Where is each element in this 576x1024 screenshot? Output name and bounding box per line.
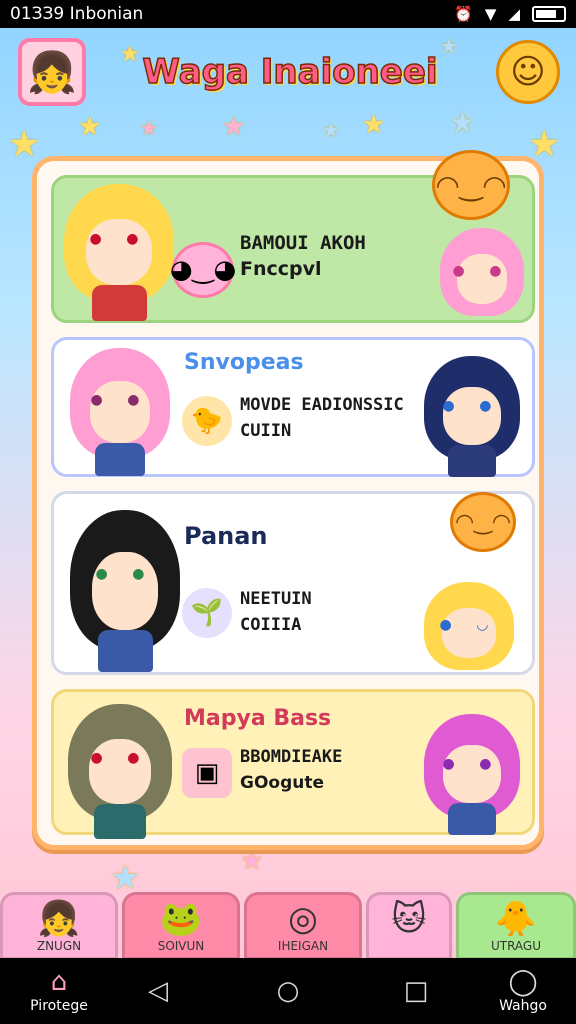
orange-star-blob-mascot: ◠‿◠	[450, 492, 516, 552]
status-bar: 01ЗЗ9 Inbonian ⏰ ▼ ◢	[0, 0, 576, 28]
nav-home-button[interactable]: ○	[262, 958, 314, 1024]
card-2-line1: MOVDE EADIONSSIC	[240, 395, 404, 415]
blonde-boy-character: ● ◡	[424, 582, 514, 670]
card-1-line1: BAMOUI AKOH	[240, 232, 366, 254]
dock-label-5: UTRAGU	[490, 939, 542, 953]
blue-cat-icon: 🐱	[391, 899, 427, 939]
smiley-icon: ☺	[510, 52, 546, 92]
alarm-icon: ⏰	[454, 5, 473, 23]
card-3-title: Panan	[184, 522, 268, 550]
star-icon: ★	[322, 118, 340, 142]
blonde-girl-character: ● ●	[64, 184, 174, 321]
magenta-cat-girl-character: ● ●	[424, 714, 520, 835]
card-2-title: Snvopeas	[184, 350, 304, 375]
pink-hair-character: ● ●	[440, 228, 524, 316]
dock-button-5[interactable]: 🐥 UTRAGU	[456, 892, 576, 960]
chick-icon: 🐥	[494, 899, 538, 939]
dock-label-2: SOIVUN	[157, 939, 205, 953]
bird-icon: 🐤	[182, 396, 232, 446]
dock-label-1: ZNUGN	[36, 939, 82, 953]
card-3-line1: NEETUIN	[240, 589, 312, 609]
nav-right-label: Wahgo	[499, 998, 547, 1014]
grey-cat-girl-character: ● ●	[68, 704, 172, 839]
frog-icon: 🐸	[159, 899, 203, 939]
home-circle-icon: ○	[276, 976, 300, 1006]
sprout-icon: 🌱	[182, 588, 232, 638]
nav-back-button[interactable]: ◁	[132, 958, 184, 1024]
app-title: Waga Inaioneei	[142, 51, 439, 93]
wifi-icon: ▼	[484, 5, 497, 23]
recents-square-icon: □	[403, 976, 429, 1006]
card-4-line2: GOogute	[240, 773, 325, 793]
profile-avatar[interactable]: 👧	[18, 38, 86, 106]
pink-blob-icon: ◕‿◕	[170, 242, 236, 298]
star-icon: ★	[8, 124, 41, 165]
signal-icon: ◢	[508, 5, 520, 23]
nav-right-shortcut[interactable]: ◯ Wahgo	[478, 958, 568, 1024]
dock-button-2[interactable]: 🐸 SOIVUN	[122, 892, 240, 960]
system-nav-bar: ⌂ Pirotege ◁ ○ □ ◯ Wahgo	[0, 958, 576, 1024]
battery-icon	[532, 6, 566, 22]
orange-blob-mascot: ◠‿◠	[432, 150, 510, 220]
dock-button-1[interactable]: 👧 ZNUGN	[0, 892, 118, 960]
nav-home-shortcut[interactable]: ⌂ Pirotege	[14, 958, 104, 1024]
dock-button-3[interactable]: ◎ IHEIGAN	[244, 892, 362, 960]
pink-cat-girl-character: ● ●	[70, 348, 170, 476]
card-4-line1: BBOMDIEAKE	[240, 747, 343, 767]
star-icon: ★	[140, 116, 158, 140]
navy-cat-boy-character: ● ●	[424, 356, 520, 477]
bottom-dock: 👧 ZNUGN 🐸 SOIVUN ◎ IHEIGAN 🐱 🐥 UTRAGU	[0, 892, 576, 960]
chat-bubble-icon: ◯	[508, 967, 538, 997]
star-icon: ★	[78, 112, 102, 142]
bag-icon: ▣	[182, 748, 232, 798]
star-icon: ★	[222, 112, 246, 142]
ring-icon: ◎	[288, 899, 318, 939]
card-1-line2: Fnccpvl	[240, 258, 322, 280]
black-hair-character: ● ●	[70, 510, 180, 673]
character-card-4[interactable]: ● ● Mapya Bass ▣ BBOMDIEAKE GOogute ● ●	[51, 689, 535, 839]
back-triangle-icon: ◁	[148, 976, 168, 1006]
girl-icon: 👧	[37, 899, 81, 939]
card-4-title: Mapya Bass	[184, 706, 332, 731]
character-card-2[interactable]: ● ● Snvopeas 🐤 MOVDE EADIONSSIC CUIIN ● …	[51, 337, 535, 477]
nav-left-label: Pirotege	[30, 998, 88, 1014]
smiley-button[interactable]: ☺	[496, 40, 560, 104]
dock-button-4[interactable]: 🐱	[366, 892, 452, 960]
card-3-line2: COIIIA	[240, 615, 302, 635]
anime-avatar-icon: 👧	[27, 49, 77, 96]
star-icon: ★	[450, 106, 476, 139]
nav-recents-button[interactable]: □	[390, 958, 442, 1024]
status-icons: ⏰ ▼ ◢	[454, 5, 566, 23]
star-icon: ★	[240, 846, 264, 876]
card-2-line2: CUIIN	[240, 421, 292, 441]
home-icon: ⌂	[50, 967, 68, 997]
status-time-carrier: 01ЗЗ9 Inbonian	[10, 4, 144, 24]
star-icon: ★	[362, 110, 386, 140]
dock-label-3: IHEIGAN	[277, 939, 329, 953]
